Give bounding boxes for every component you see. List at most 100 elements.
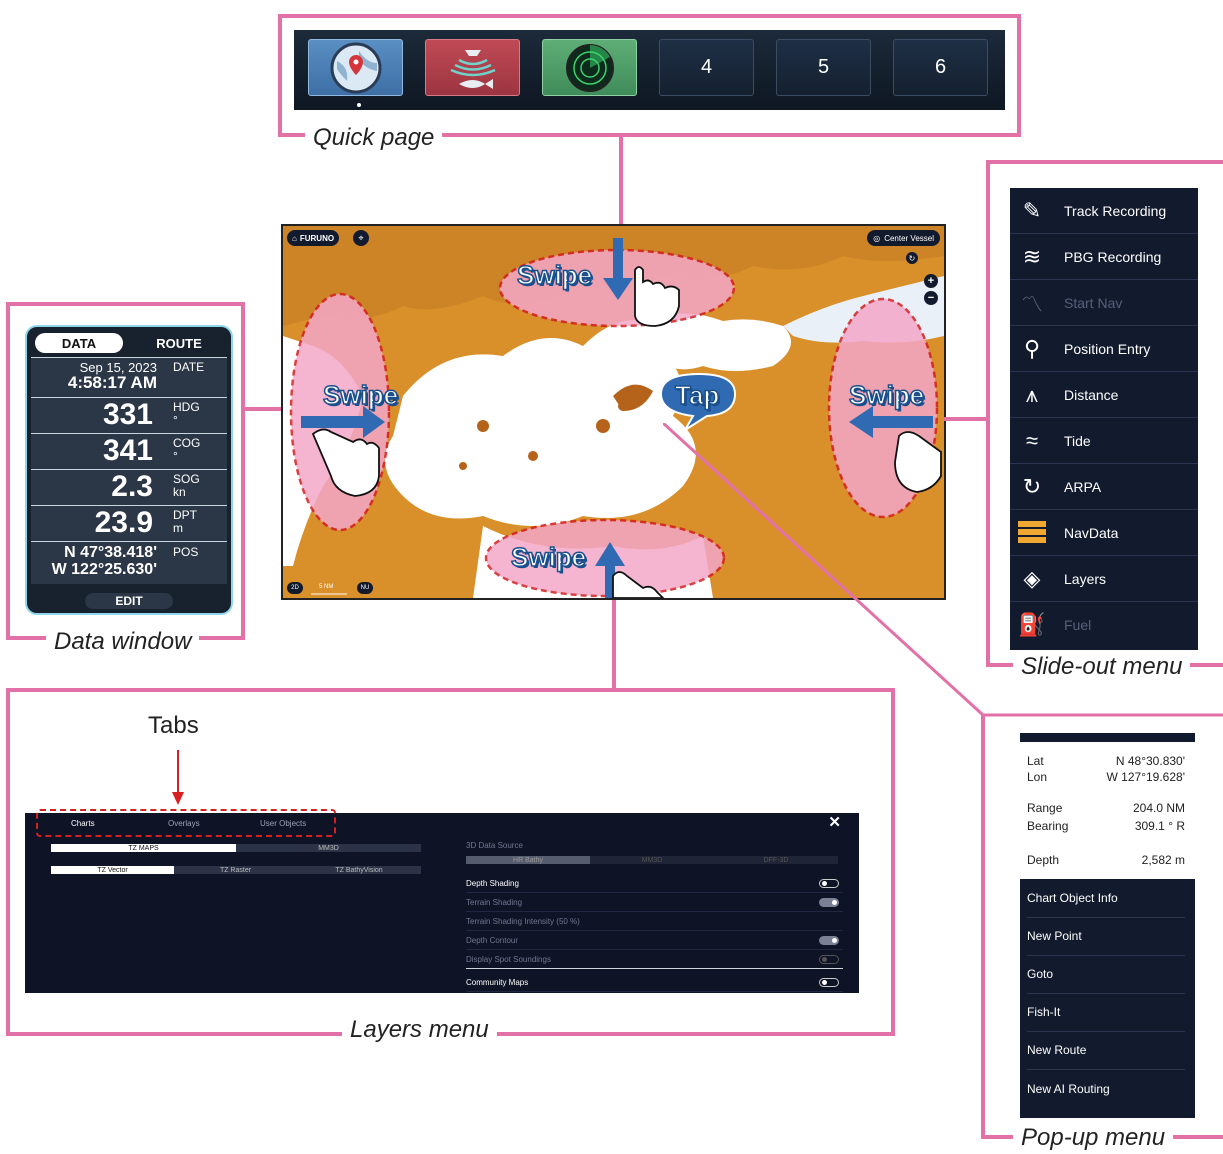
chart-plotter-icon (330, 42, 381, 93)
target-icon: ◎ (873, 233, 881, 243)
menu-item-label: Start Nav (1064, 294, 1123, 311)
menu-item-distance[interactable]: ⩚ Distance (1010, 372, 1198, 418)
menu-item-start-nav[interactable]: 〽 Start Nav (1010, 280, 1198, 326)
row-label: Terrain Shading Intensity (50 %) (466, 916, 580, 926)
popup-item-new-route[interactable]: New Route (1027, 1031, 1185, 1070)
menu-item-label: Distance (1064, 386, 1119, 403)
furuno-home-button[interactable]: ⌂ FURUNO (287, 230, 340, 246)
quick-page-tile-5[interactable]: 5 (776, 39, 871, 96)
center-vessel-button[interactable]: ◎ Center Vessel (867, 230, 940, 246)
popup-item-new-point[interactable]: New Point (1027, 917, 1185, 956)
swipe-label-left: Swipe (322, 379, 399, 411)
lon-label: Lon (1027, 770, 1048, 784)
lat-value: N 47°38.418' (64, 544, 157, 561)
date-row: Sep 15, 2023 4:58:17 AM DATE (31, 357, 227, 398)
pos-label: POS (173, 545, 199, 559)
fish-finder-icon (449, 49, 496, 89)
quick-page-tile-chart[interactable] (308, 39, 403, 96)
swipe-label-right: Swipe (848, 379, 925, 411)
popup-info-panel: Lat N 48°30.830' Lon W 127°19.628' Range… (1020, 742, 1195, 879)
source-3d-hr-bathy: HR Bathy (466, 856, 590, 864)
tile-label: 5 (817, 56, 830, 78)
type-tz-bathyvision[interactable]: TZ BathyVision (297, 866, 421, 874)
boat-sonar-icon: ≋ (1022, 243, 1042, 269)
cog-value: 341 (102, 434, 153, 467)
dpt-row: 23.9 DPT m (31, 505, 227, 542)
date-label: DATE (173, 360, 205, 374)
pos-row: N 47°38.418' W 122°25.630' POS (31, 541, 227, 584)
row-terrain-shading[interactable]: Terrain Shading (466, 893, 843, 912)
home-icon: ⌂ (292, 233, 297, 243)
menu-item-pbg-recording[interactable]: ≋ PBG Recording (1010, 234, 1198, 280)
popup-item-goto[interactable]: Goto (1027, 955, 1185, 994)
data-window-caption: Data window (46, 628, 200, 656)
toggle-switch[interactable] (819, 935, 839, 945)
pen-icon: ✎ (1022, 197, 1042, 223)
quick-page-tile-4[interactable]: 4 (659, 39, 754, 96)
tab-route[interactable]: ROUTE (131, 333, 227, 353)
rotate-icon[interactable]: ↻ (906, 252, 918, 264)
dpt-unit: m (173, 521, 183, 535)
lat-label: Lat (1027, 754, 1044, 768)
menu-item-track-recording[interactable]: ✎ Track Recording (1010, 188, 1198, 234)
mode-2d-button[interactable]: 2D (287, 582, 303, 594)
range-value: 204.0 NM (1132, 801, 1185, 815)
tile-label: 6 (934, 56, 947, 78)
source-mm3d[interactable]: MM3D (236, 844, 421, 852)
menu-item-label: Track Recording (1064, 202, 1167, 219)
quick-page-tile-fishfinder[interactable] (425, 39, 520, 96)
depth-label: Depth (1027, 853, 1060, 867)
radar-icon (565, 43, 614, 92)
popup-item-new-ai-routing[interactable]: New AI Routing (1027, 1070, 1185, 1108)
swipe-label-top: Swipe (516, 259, 593, 291)
time-value: 4:58:17 AM (67, 373, 157, 392)
route-icon: 〽 (1020, 291, 1043, 317)
menu-item-label: Position Entry (1064, 340, 1151, 357)
row-label: Terrain Shading (466, 897, 523, 907)
cog-row: 341 COG ° (31, 433, 227, 470)
row-label: Depth Shading (466, 878, 519, 888)
connector-line (612, 600, 616, 690)
row-label: Depth Contour (466, 935, 519, 945)
tile-label: 4 (700, 56, 713, 78)
popup-caption: Pop-up menu (1013, 1124, 1174, 1152)
quick-page-tile-6[interactable]: 6 (893, 39, 988, 96)
location-pin-icon[interactable]: ⌖ (353, 230, 369, 246)
edit-button[interactable]: EDIT (85, 593, 173, 609)
zoom-out-icon[interactable]: − (924, 291, 938, 305)
row-label: Display Spot Soundings (466, 954, 551, 964)
toggle-switch[interactable] (819, 977, 839, 987)
tab-data[interactable]: DATA (35, 333, 123, 353)
popup-item-fish-it[interactable]: Fish-It (1027, 993, 1185, 1032)
pin-icon: ⚲ (1023, 335, 1041, 361)
compass-icon: ⩚ (1025, 381, 1039, 407)
hdg-value: 331 (102, 398, 153, 431)
scale-label: 5 NM (319, 584, 334, 590)
dpt-value: 23.9 (94, 506, 153, 539)
quick-page-tile-radar[interactable] (542, 39, 637, 96)
tap-label: Tap (674, 379, 720, 411)
sog-value: 2.3 (111, 470, 153, 503)
tabs-highlight (36, 809, 336, 837)
row-depth-contour[interactable]: Depth Contour (466, 931, 843, 950)
type-tz-raster[interactable]: TZ Raster (174, 866, 297, 874)
connector-line (619, 137, 623, 224)
lon-value: W 122°25.630' (51, 561, 157, 578)
toggle-switch[interactable] (819, 897, 839, 907)
popup-item-chart-object-info[interactable]: Chart Object Info (1027, 879, 1185, 918)
row-label: Community Maps (466, 977, 529, 987)
toggle-switch[interactable] (819, 954, 839, 964)
bearing-value: 309.1 ° R (1134, 819, 1185, 833)
source-tz-maps[interactable]: TZ MAPS (51, 844, 236, 852)
row-community-maps[interactable]: Community Maps (466, 973, 843, 992)
zoom-in-icon[interactable]: + (924, 274, 938, 288)
lat-value: N 48°30.830' (1115, 754, 1185, 768)
menu-item-position-entry[interactable]: ⚲ Position Entry (1010, 326, 1198, 372)
orientation-button[interactable]: NU (357, 582, 373, 594)
connector-line (944, 417, 986, 421)
row-spot-soundings[interactable]: Display Spot Soundings (466, 950, 843, 969)
tabs-arrow (172, 750, 184, 805)
type-tz-vector[interactable]: TZ Vector (51, 866, 174, 874)
depth-value: 2,582 m (1141, 853, 1185, 867)
cog-unit: ° (173, 449, 178, 463)
